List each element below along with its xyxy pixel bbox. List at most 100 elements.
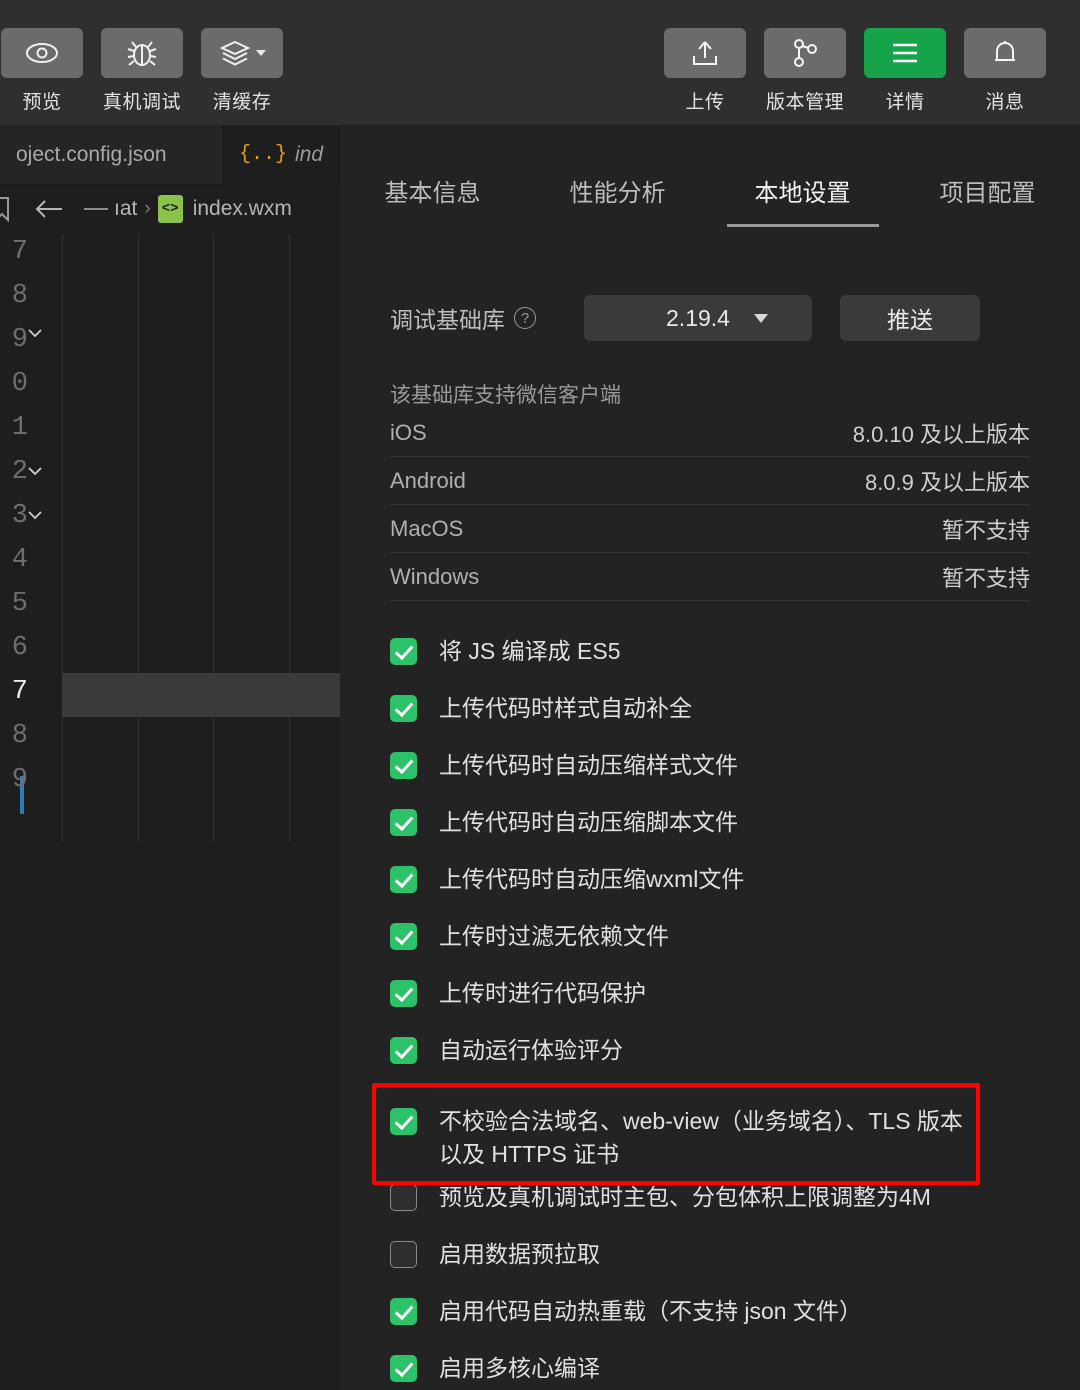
support-row-macos: MacOS 暂不支持: [390, 505, 1030, 553]
upload-label: 上传: [685, 92, 725, 113]
preview-label: 预览: [22, 92, 62, 113]
file-tab-index[interactable]: {..} ind: [222, 125, 340, 185]
top-toolbar: 预览 真机调试 清缓存 上传 版本管理 详情 消息: [0, 0, 1080, 125]
settings-checkbox-row[interactable]: 上传时过滤无依赖文件: [340, 920, 1080, 977]
hamburger-icon: [864, 28, 946, 78]
settings-checkbox-row[interactable]: 上传代码时自动压缩wxml文件: [340, 863, 1080, 920]
upload-button[interactable]: 上传: [664, 28, 746, 114]
checkbox-checked[interactable]: [390, 923, 417, 950]
checkbox-checked[interactable]: [390, 1355, 417, 1382]
settings-checkbox-row[interactable]: 启用代码自动热重载（不支持 json 文件）: [340, 1295, 1080, 1352]
line-number-current: 7: [11, 677, 28, 707]
wxml-file-icon: <>: [157, 195, 183, 223]
settings-checkbox-row[interactable]: 上传时进行代码保护: [340, 977, 1080, 1034]
version-control-button[interactable]: 版本管理: [764, 28, 846, 114]
checkbox-checked[interactable]: [390, 1298, 417, 1325]
bookmark-icon[interactable]: [0, 196, 12, 222]
settings-checkbox-row[interactable]: 启用多核心编译: [340, 1352, 1080, 1390]
checkbox-checked[interactable]: [390, 638, 417, 665]
platform-version: 暂不支持: [941, 517, 1030, 543]
settings-checkbox-row[interactable]: 上传代码时样式自动补全: [340, 692, 1080, 749]
line-number: 1: [11, 413, 28, 443]
checkbox-label: 启用代码自动热重载（不支持 json 文件）: [439, 1298, 862, 1324]
checkbox-checked[interactable]: [390, 752, 417, 779]
checkbox-checked[interactable]: [390, 1108, 417, 1135]
chevron-down-icon: [754, 313, 768, 323]
version-control-label: 版本管理: [765, 92, 844, 113]
preview-button[interactable]: 预览: [1, 28, 83, 114]
back-arrow-icon[interactable]: [32, 198, 66, 220]
settings-checkbox-row[interactable]: 预览及真机调试时主包、分包体积上限调整为4M: [340, 1181, 1080, 1238]
toolbar-left-group: 预览 真机调试 清缓存: [0, 28, 292, 114]
checkbox-checked[interactable]: [390, 695, 417, 722]
checkbox-checked[interactable]: [390, 809, 417, 836]
active-line-highlight: [62, 673, 340, 717]
forward-arrow-icon[interactable]: [82, 198, 112, 220]
real-device-debug-button[interactable]: 真机调试: [101, 28, 183, 114]
line-number: 2: [11, 457, 28, 487]
debug-library-label: 调试基础库 ?: [390, 301, 536, 335]
tab-label: 项目配置: [939, 180, 1036, 207]
line-number: 4: [11, 545, 28, 575]
line-number: 8: [11, 281, 28, 311]
platform-name: iOS: [390, 419, 427, 445]
settings-checkbox-row[interactable]: 上传代码时自动压缩样式文件: [340, 749, 1080, 806]
select-value: 2.19.4: [666, 304, 730, 331]
breadcrumb-file[interactable]: index.wxm: [193, 197, 292, 221]
code-editor[interactable]: 7 8 9 0 1 2 3 4 5 6 7 8 9: [0, 233, 340, 841]
checkbox-checked[interactable]: [390, 1037, 417, 1064]
checkbox-label: 上传代码时自动压缩样式文件: [439, 752, 738, 778]
toolbar-right-group: 上传 版本管理 详情 消息: [655, 28, 1055, 114]
clear-cache-button[interactable]: 清缓存: [201, 28, 283, 114]
breadcrumb-path[interactable]: ıat: [114, 197, 137, 221]
support-row-windows: Windows 暂不支持: [390, 553, 1030, 601]
file-tab-project-config[interactable]: oject.config.json: [0, 125, 223, 185]
checkbox-unchecked[interactable]: [390, 1184, 417, 1211]
checkbox-label: 上传代码时自动压缩wxml文件: [439, 866, 745, 892]
clear-cache-label: 清缓存: [212, 92, 272, 113]
settings-checkbox-row[interactable]: 启用数据预拉取: [340, 1238, 1080, 1295]
tab-label: 基本信息: [384, 180, 481, 207]
settings-checkbox-row[interactable]: 自动运行体验评分: [340, 1034, 1080, 1091]
question-mark-icon[interactable]: ?: [514, 307, 536, 329]
fold-chevron-icon[interactable]: [25, 323, 45, 343]
settings-checkbox-row[interactable]: 不校验合法域名、web-view（业务域名）、TLS 版本以及 HTTPS 证书: [340, 1091, 1080, 1181]
upload-icon: [664, 28, 746, 78]
checkbox-unchecked[interactable]: [390, 1241, 417, 1268]
tab-label: 性能分析: [569, 180, 666, 207]
detail-button[interactable]: 详情: [864, 28, 946, 114]
push-button[interactable]: 推送: [840, 295, 980, 341]
eye-icon: [1, 28, 83, 78]
checkbox-label: 将 JS 编译成 ES5: [439, 638, 621, 664]
tab-performance[interactable]: 性能分析: [525, 125, 710, 242]
platform-name: MacOS: [390, 515, 464, 541]
line-number-gutter: 7 8 9 0 1 2 3 4 5 6 7 8 9: [0, 233, 62, 841]
checkbox-label: 上传时进行代码保护: [439, 980, 646, 1006]
checkbox-label: 不校验合法域名、web-view（业务域名）、TLS 版本以及 HTTPS 证书: [439, 1108, 963, 1167]
support-row-android: Android 8.0.9 及以上版本: [390, 457, 1030, 505]
bell-icon: [964, 28, 1046, 78]
fold-chevron-icon[interactable]: [25, 505, 45, 525]
platform-name: Android: [390, 467, 466, 493]
tab-label: 本地设置: [754, 180, 851, 207]
tab-project-config[interactable]: 项目配置: [895, 125, 1080, 242]
breadcrumb-separator: ›: [144, 198, 151, 219]
debug-library-select[interactable]: 2.19.4: [584, 295, 812, 341]
detail-tab-bar: 基本信息 性能分析 本地设置 项目配置: [340, 125, 1080, 242]
checkbox-checked[interactable]: [390, 866, 417, 893]
settings-checkbox-list: 将 JS 编译成 ES5 上传代码时样式自动补全 上传代码时自动压缩样式文件 上传代码…: [340, 601, 1080, 1390]
message-button[interactable]: 消息: [964, 28, 1046, 114]
settings-checkbox-row[interactable]: 上传代码时自动压缩脚本文件: [340, 806, 1080, 863]
fold-chevron-icon[interactable]: [25, 461, 45, 481]
settings-checkbox-row[interactable]: 将 JS 编译成 ES5: [340, 635, 1080, 692]
chevron-down-icon[interactable]: [255, 50, 266, 56]
support-title: 该基础库支持微信客户端: [390, 384, 621, 407]
platform-version: 暂不支持: [941, 565, 1030, 591]
tab-local-settings[interactable]: 本地设置: [710, 125, 895, 242]
tab-basic-info[interactable]: 基本信息: [340, 125, 525, 242]
layers-icon: [201, 28, 283, 78]
line-number: 8: [11, 721, 28, 751]
breadcrumb: ıat › <> index.wxm: [0, 185, 340, 233]
debug-library-row: 调试基础库 ? 2.19.4 推送: [390, 295, 1030, 341]
checkbox-checked[interactable]: [390, 980, 417, 1007]
